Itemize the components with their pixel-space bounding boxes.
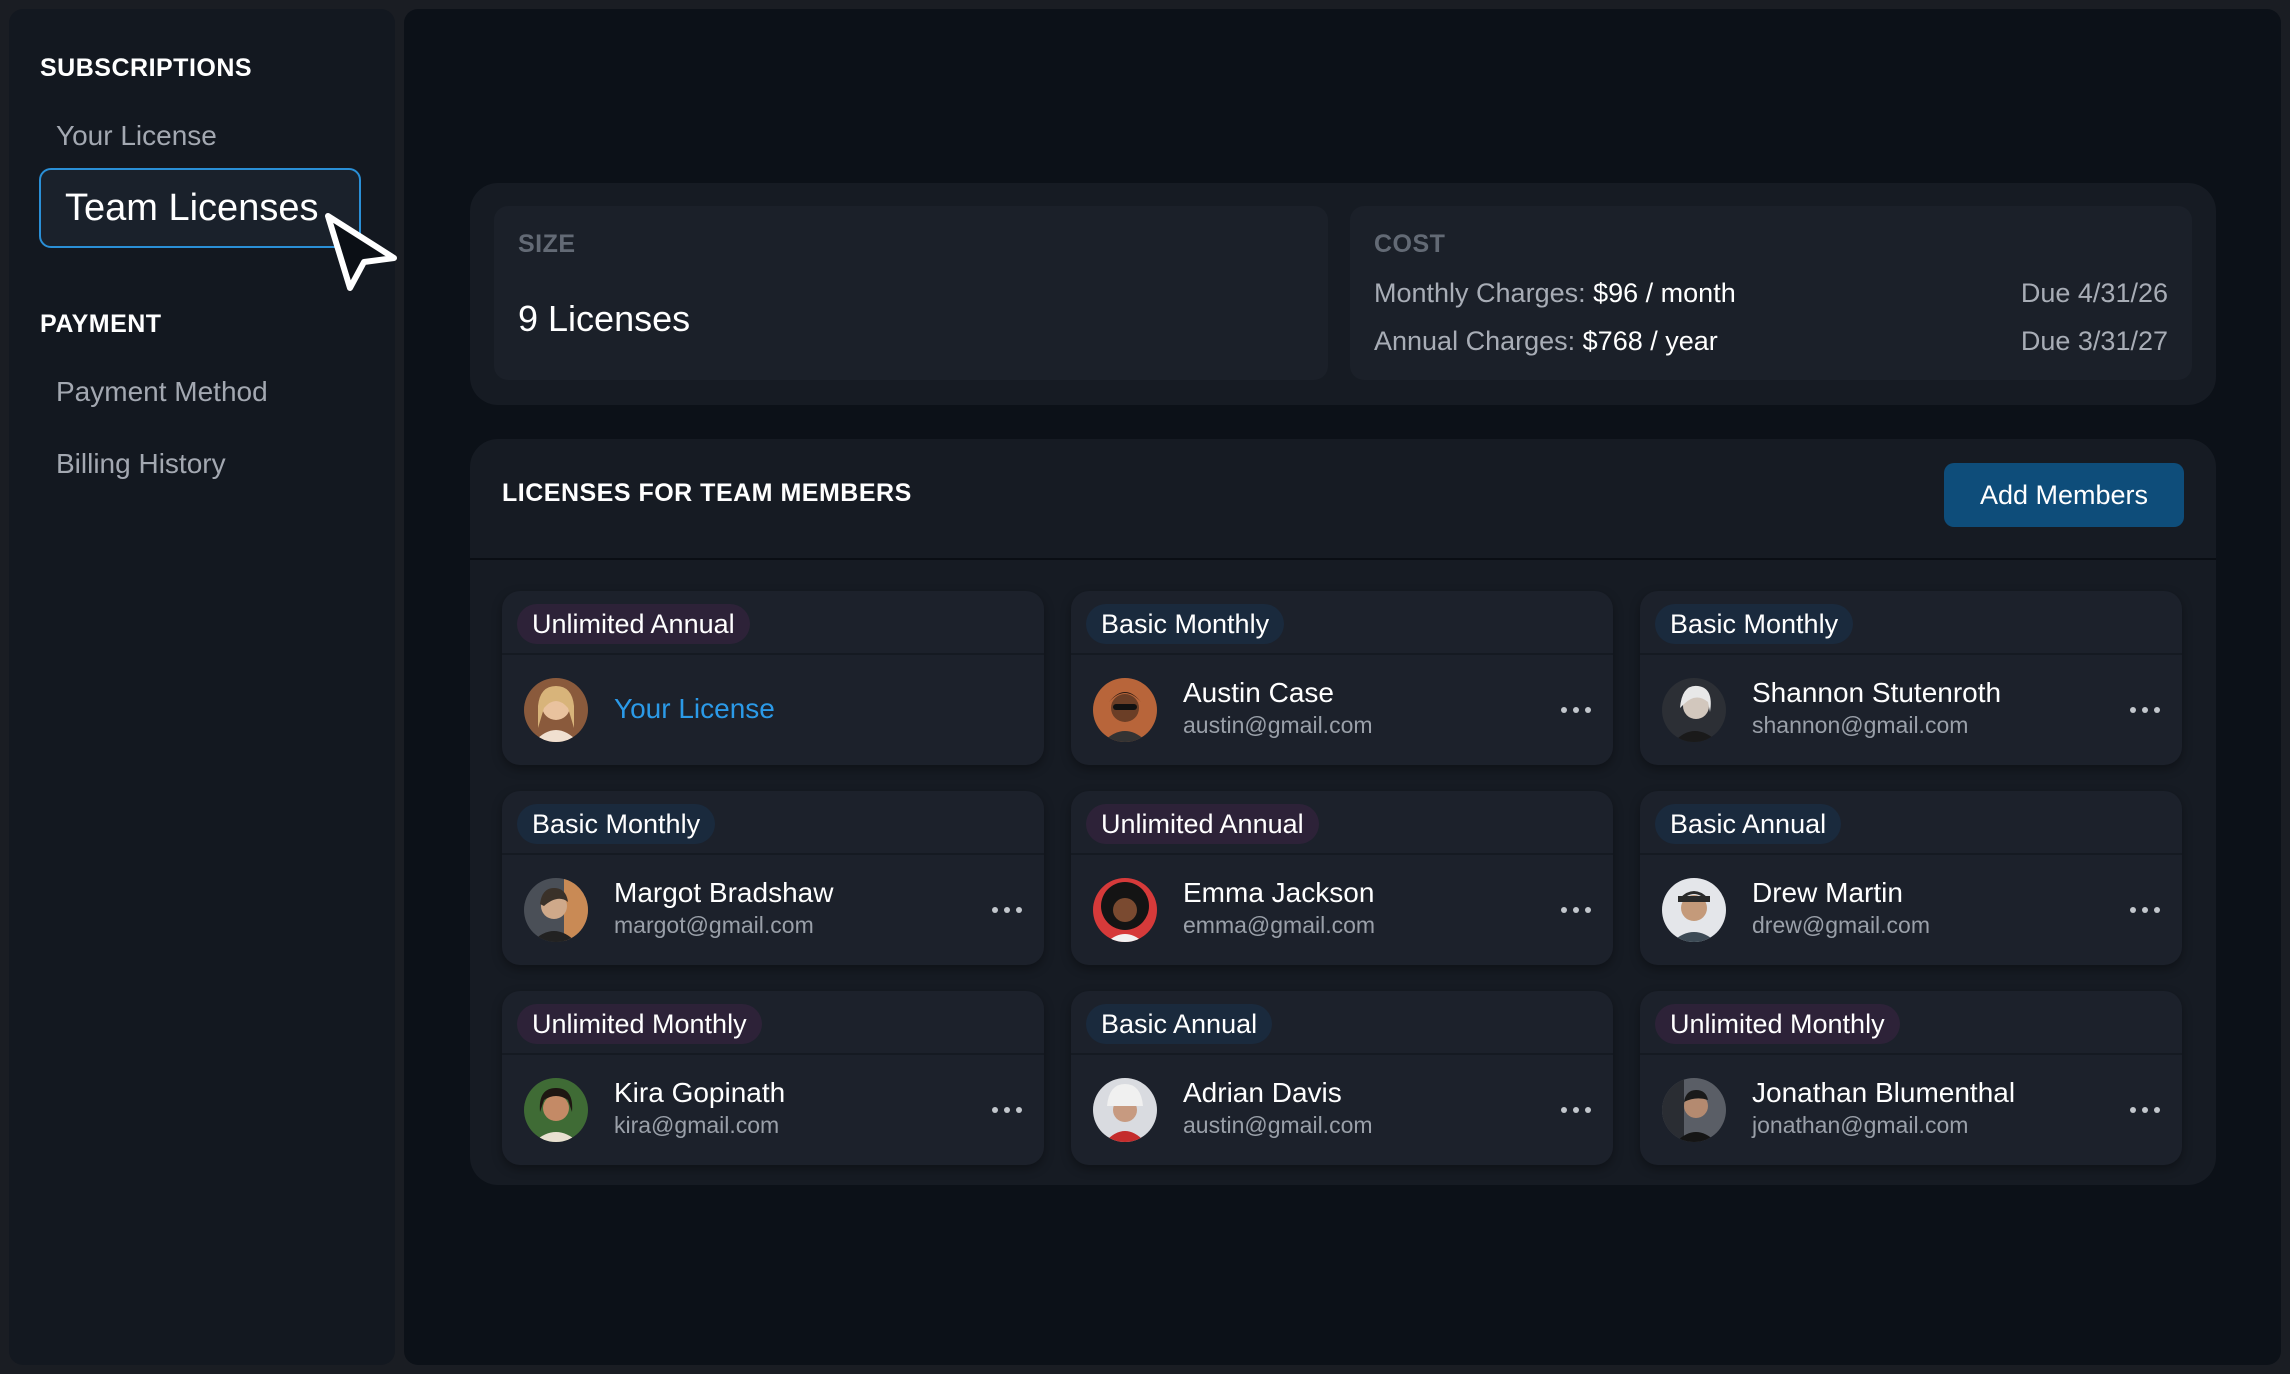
member-card: Basic Monthly Margot Bradshaw margot@gma… — [502, 791, 1044, 965]
size-value: 9 Licenses — [518, 298, 691, 339]
plan-badge: Basic Monthly — [1655, 604, 1854, 644]
monthly-amount: $96 / month — [1593, 278, 1736, 308]
more-horizontal-icon[interactable] — [992, 895, 1022, 925]
more-horizontal-icon[interactable] — [2130, 895, 2160, 925]
member-card: Basic Monthly Austin Case austin@gmail.c… — [1071, 591, 1613, 765]
plan-badge: Basic Annual — [1655, 804, 1842, 844]
cost-card: COST Monthly Charges: $96 / month Due 4/… — [1350, 206, 2192, 380]
more-horizontal-icon[interactable] — [1561, 695, 1591, 725]
cost-label: COST — [1374, 230, 1446, 258]
member-card: Basic Annual Drew Martin drew@gmail.com — [1640, 791, 2182, 965]
annual-due: Due 3/31/27 — [2020, 326, 2168, 356]
plan-badge: Unlimited Monthly — [1655, 1004, 1900, 1044]
member-email: kira@gmail.com — [614, 1112, 780, 1138]
monthly-due: Due 4/31/26 — [2020, 278, 2168, 308]
sidebar-item-your-license[interactable]: Your License — [56, 120, 217, 152]
member-name: Drew Martin — [1752, 877, 1903, 908]
divider — [470, 558, 2216, 560]
member-email: drew@gmail.com — [1752, 912, 1931, 938]
sidebar-item-payment-method[interactable]: Payment Method — [56, 376, 268, 408]
main-panel: SIZE 9 Licenses COST Monthly Charges: $9… — [404, 9, 2281, 1365]
plan-badge: Unlimited Annual — [1086, 804, 1319, 844]
plan-badge: Unlimited Annual — [517, 604, 750, 644]
your-license-link[interactable]: Your License — [614, 693, 775, 725]
avatar — [1662, 678, 1726, 742]
member-name: Jonathan Blumenthal — [1752, 1077, 2016, 1108]
member-email: austin@gmail.com — [1183, 1112, 1373, 1138]
monthly-charges-row: Monthly Charges: $96 / month Due 4/31/26 — [1374, 278, 2168, 309]
more-horizontal-icon[interactable] — [1561, 1095, 1591, 1125]
size-label: SIZE — [518, 230, 576, 258]
member-card: Basic Annual Adrian Davis austin@gmail.c… — [1071, 991, 1613, 1165]
subscriptions-heading: SUBSCRIPTIONS — [40, 54, 253, 82]
more-horizontal-icon[interactable] — [1561, 895, 1591, 925]
avatar — [1093, 678, 1157, 742]
member-name: Emma Jackson — [1183, 877, 1375, 908]
sidebar-item-billing-history[interactable]: Billing History — [56, 448, 226, 480]
annual-label: Annual Charges: — [1374, 326, 1576, 356]
sidebar-item-label: Team Licenses — [65, 186, 319, 229]
member-card: Unlimited Annual Your License — [502, 591, 1044, 765]
member-email: jonathan@gmail.com — [1752, 1112, 1969, 1138]
more-horizontal-icon[interactable] — [992, 1095, 1022, 1125]
avatar — [1662, 878, 1726, 942]
avatar — [524, 1078, 588, 1142]
plan-badge: Unlimited Monthly — [517, 1004, 762, 1044]
annual-charges-row: Annual Charges: $768 / year Due 3/31/27 — [1374, 326, 2168, 357]
member-name: Margot Bradshaw — [614, 877, 834, 908]
plan-badge: Basic Monthly — [1086, 604, 1285, 644]
avatar — [1662, 1078, 1726, 1142]
mouse-pointer-icon — [325, 213, 397, 291]
member-name: Kira Gopinath — [614, 1077, 786, 1108]
member-card: Basic Monthly Shannon Stutenroth shannon… — [1640, 591, 2182, 765]
team-members-panel: LICENSES FOR TEAM MEMBERS Add Members Un… — [470, 439, 2216, 1185]
member-card: Unlimited Monthly Kira Gopinath kira@gma… — [502, 991, 1044, 1165]
avatar — [1093, 1078, 1157, 1142]
avatar — [524, 878, 588, 942]
member-card: Unlimited Annual Emma Jackson emma@gmail… — [1071, 791, 1613, 965]
sidebar-item-team-licenses[interactable]: Team Licenses — [39, 168, 361, 248]
member-card: Unlimited Monthly Jonathan Blumenthal jo… — [1640, 991, 2182, 1165]
members-title: LICENSES FOR TEAM MEMBERS — [502, 479, 912, 507]
plan-badge: Basic Annual — [1086, 1004, 1273, 1044]
member-name: Austin Case — [1183, 677, 1334, 708]
license-summary: SIZE 9 Licenses COST Monthly Charges: $9… — [470, 183, 2216, 405]
size-card: SIZE 9 Licenses — [494, 206, 1328, 380]
member-email: austin@gmail.com — [1183, 712, 1373, 738]
avatar — [1093, 878, 1157, 942]
member-name: Adrian Davis — [1183, 1077, 1342, 1108]
plan-badge: Basic Monthly — [517, 804, 716, 844]
payment-heading: PAYMENT — [40, 310, 162, 338]
avatar — [524, 678, 588, 742]
member-email: shannon@gmail.com — [1752, 712, 1969, 738]
member-email: margot@gmail.com — [614, 912, 814, 938]
annual-amount: $768 / year — [1582, 326, 1718, 356]
add-members-button[interactable]: Add Members — [1944, 463, 2184, 527]
more-horizontal-icon[interactable] — [2130, 1095, 2160, 1125]
more-horizontal-icon[interactable] — [2130, 695, 2160, 725]
member-email: emma@gmail.com — [1183, 912, 1376, 938]
member-name: Shannon Stutenroth — [1752, 677, 2002, 708]
monthly-label: Monthly Charges: — [1374, 278, 1586, 308]
